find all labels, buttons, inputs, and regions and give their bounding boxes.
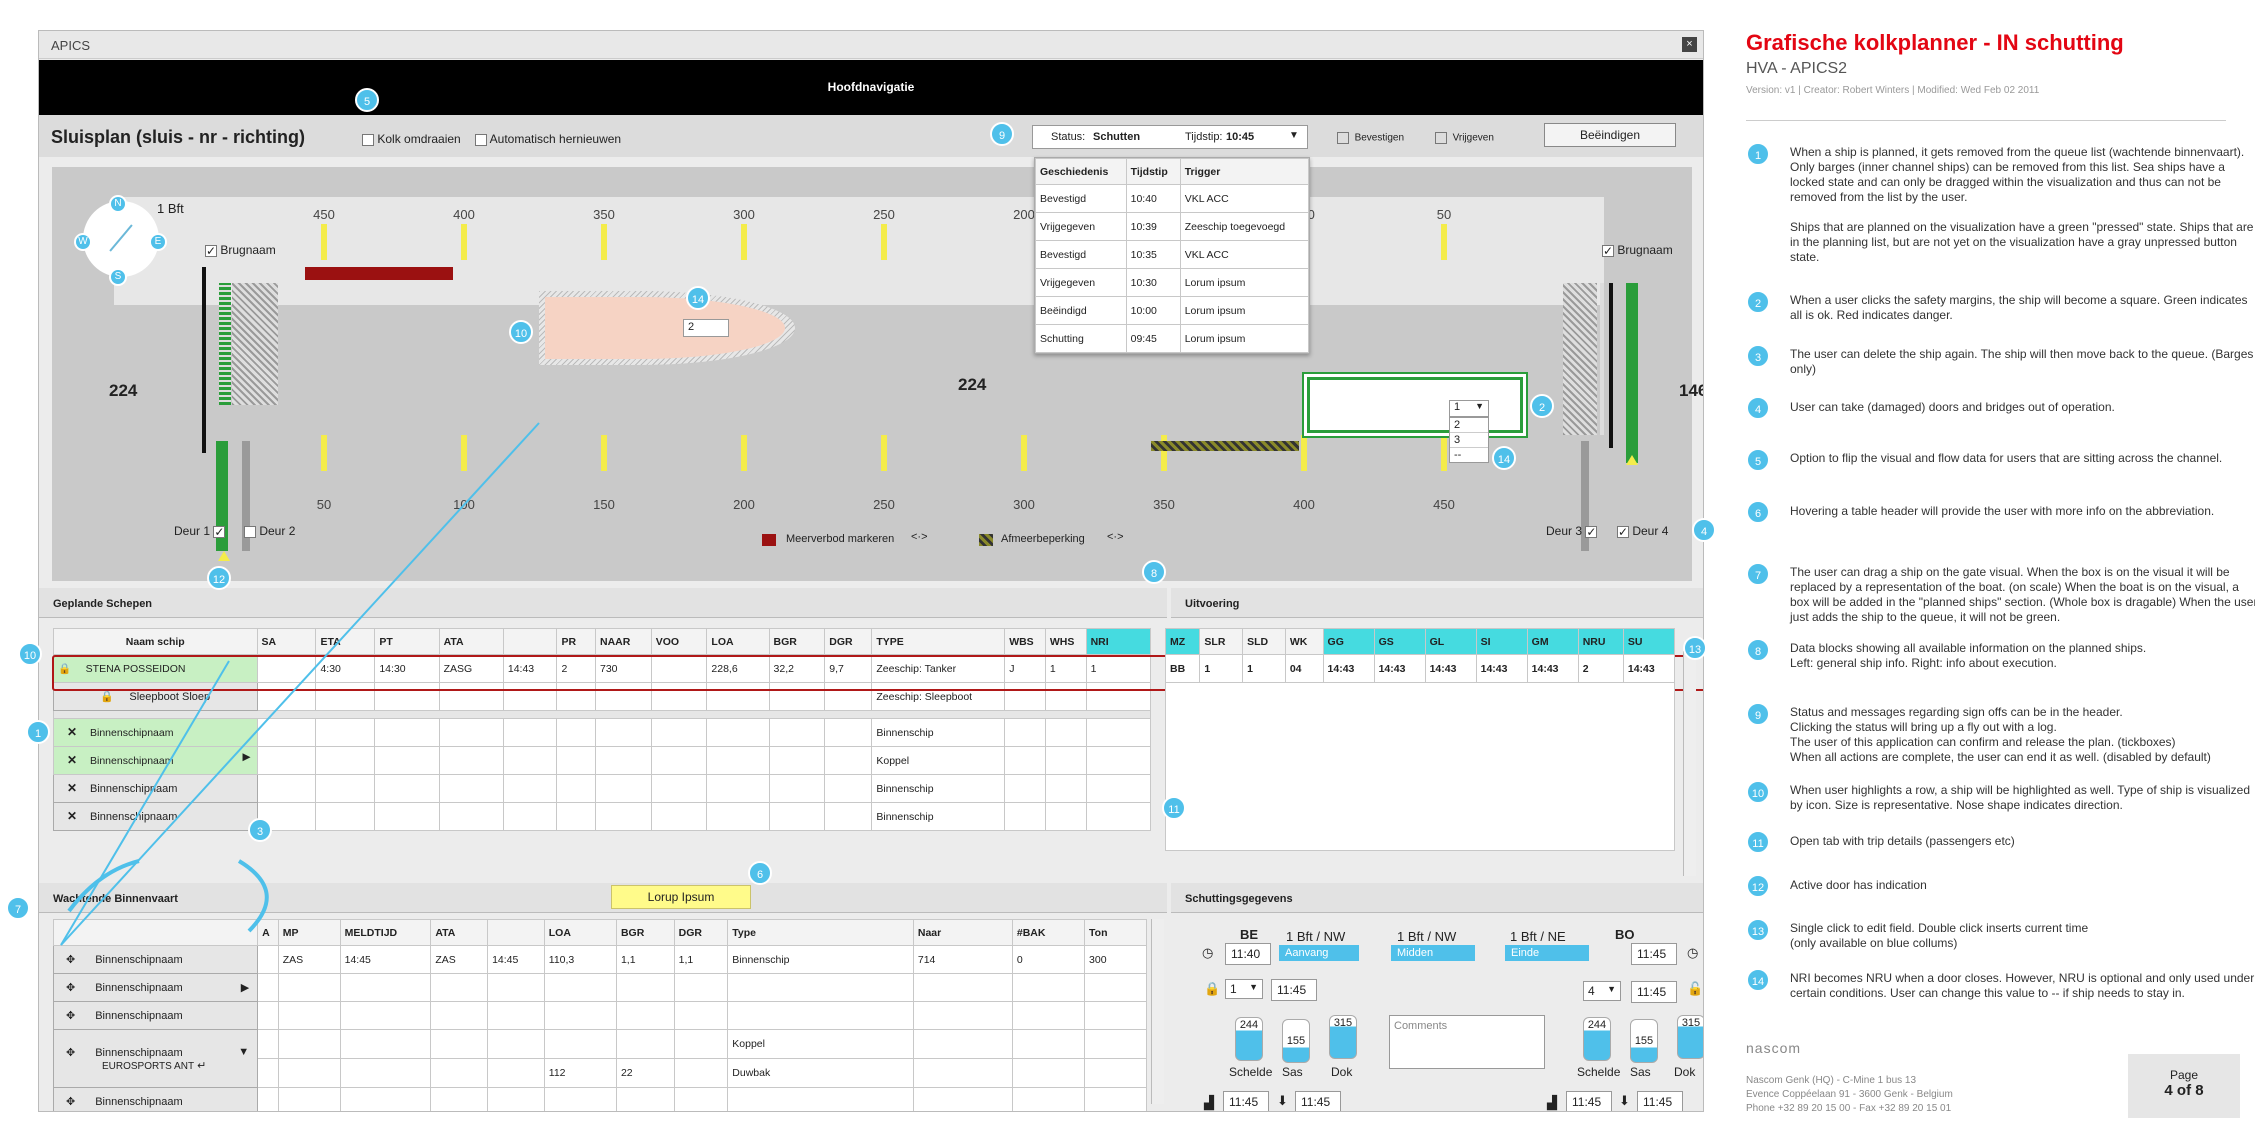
page-number: 4 of 8 — [2164, 1082, 2204, 1099]
marker-5: 5 — [355, 88, 379, 112]
note-marker: 14 — [1746, 968, 1770, 992]
footer-line: Phone +32 89 20 15 00 - Fax +32 89 20 15… — [1746, 1103, 1952, 1114]
compass-w: W — [74, 233, 92, 251]
note-marker: 4 — [1746, 396, 1770, 420]
note-text: When a ship is planned, it gets removed … — [1790, 145, 2254, 264]
note-marker: 1 — [1746, 142, 1770, 166]
compass-s: S — [109, 268, 127, 286]
note-text: Single click to edit field. Double click… — [1790, 921, 2089, 950]
marker-2: 2 — [1530, 394, 1554, 418]
compass-n: N — [109, 195, 127, 213]
marker-11: 11 — [1162, 796, 1186, 820]
note-marker: 5 — [1746, 448, 1770, 472]
note-text: When a user clicks the safety margins, t… — [1790, 293, 2248, 322]
page-indicator: Page 4 of 8 — [2128, 1054, 2240, 1118]
footer-line: Evence Coppéelaan 91 - 3600 Genk - Belgi… — [1746, 1089, 1953, 1100]
marker-14b: 14 — [1492, 446, 1516, 470]
marker-13: 13 — [1683, 636, 1707, 660]
note-marker: 2 — [1746, 290, 1770, 314]
note-text: When user highlights a row, a ship will … — [1790, 783, 2251, 812]
marker-3: 3 — [248, 818, 272, 842]
note-text: Open tab with trip details (passengers e… — [1790, 834, 2015, 848]
note-marker: 9 — [1746, 702, 1770, 726]
note-text: Status and messages regarding sign offs … — [1790, 705, 2211, 764]
marker-8: 8 — [1142, 560, 1166, 584]
marker-14: 14 — [686, 286, 710, 310]
note-marker: 12 — [1746, 874, 1770, 898]
drag-curve — [67, 859, 140, 913]
note-text: The user can drag a ship on the gate vis… — [1790, 565, 2255, 624]
note-text: Active door has indication — [1790, 878, 1927, 892]
drag-arrow-line — [60, 422, 540, 946]
note-text: Data blocks showing all available inform… — [1790, 641, 2147, 670]
compass-e: E — [149, 233, 167, 251]
drag-annotation — [60, 422, 540, 946]
note-marker: 11 — [1746, 830, 1770, 854]
marker-6: 6 — [748, 861, 772, 885]
marker-12: 12 — [207, 566, 231, 590]
doc-subtitle: HVA - APICS2 — [1746, 60, 1848, 77]
note-text: Option to flip the visual and flow data … — [1790, 451, 2223, 465]
note-text: The user can delete the ship again. The … — [1790, 347, 2254, 376]
note-text: User can take (damaged) doors and bridge… — [1790, 400, 2115, 414]
drag-arrow-line — [60, 660, 230, 946]
doc-title: Grafische kolkplanner - IN schutting — [1746, 30, 2124, 55]
note-marker: 8 — [1746, 638, 1770, 662]
note-text: Hovering a table header will provide the… — [1790, 504, 2215, 518]
app-window: APICS × Hoofdnavigatie Sluisplan (sluis … — [38, 30, 1704, 1112]
marker-10b: 10 — [18, 642, 42, 666]
footer-line: Nascom Genk (HQ) - C-Mine 1 bus 13 — [1746, 1075, 1917, 1086]
marker-9: 9 — [990, 122, 1014, 146]
company-logo: nascom — [1746, 1040, 1802, 1056]
drag-curve — [237, 859, 269, 933]
note-marker: 6 — [1746, 500, 1770, 524]
doc-meta: Version: v1 | Creator: Robert Winters | … — [1746, 85, 2040, 96]
marker-4: 4 — [1692, 518, 1716, 542]
note-marker: 13 — [1746, 918, 1770, 942]
note-text: NRI becomes NRU when a door closes. Howe… — [1790, 971, 2255, 1000]
marker-1: 1 — [26, 720, 50, 744]
note-marker: 10 — [1746, 780, 1770, 804]
marker-10: 10 — [509, 320, 533, 344]
divider — [1746, 120, 2226, 121]
marker-7: 7 — [6, 896, 30, 920]
note-marker: 7 — [1746, 562, 1770, 586]
page-label: Page — [2169, 1068, 2199, 1082]
note-marker: 3 — [1746, 344, 1770, 368]
